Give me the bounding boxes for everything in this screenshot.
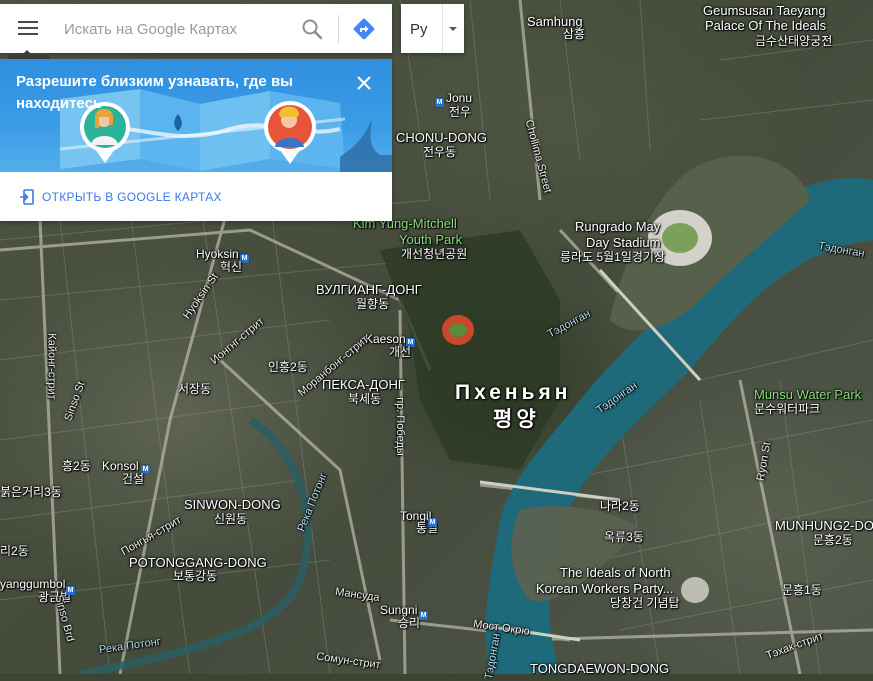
open-in-app-icon [20, 189, 34, 205]
map-label-vulgiang-ko: 월향동 [356, 297, 390, 311]
map-label-samhung-ko: 삼흥 [563, 27, 586, 41]
map-label-munsu-park[interactable]: Munsu Water Park [754, 388, 861, 401]
map-label-nayu-ko: 나라2동 [600, 499, 640, 513]
map-label-vulgiang-dong: ВУЛГИАНГ-ДОНГ [316, 282, 422, 297]
hamburger-icon [18, 21, 38, 23]
location-sharing-promo: Разрешите близким узнавать, где вы наход… [0, 59, 392, 221]
map-label-konsol-ko: 건설 [122, 472, 145, 486]
map-label-chonu-ko: 전우동 [423, 145, 457, 159]
map-label-tongdaewon-dong: TONGDAEWON-DONG [530, 661, 670, 676]
map-label-city-name[interactable]: Пхеньян [455, 381, 571, 405]
map-label-rungrado-1[interactable]: Rungrado May [575, 220, 660, 233]
metro-station-icon[interactable]: M [419, 611, 428, 620]
map-label-sinwon-dong: SINWON-DONG [184, 497, 281, 512]
map-label-jonu-ko: 전우 [449, 105, 472, 119]
search-input[interactable] [64, 18, 289, 40]
map-label-munhung-dong: MUNHUNG2-DONG [775, 518, 873, 533]
map-label-munsu-ko: 문수워터파크 [754, 402, 821, 416]
map-label-ideals-2[interactable]: Korean Workers Party... [536, 582, 674, 595]
metro-station-icon[interactable]: M [428, 518, 437, 527]
language-select[interactable]: Ру [401, 4, 464, 53]
map-label-seojang-ko: 서장동 [178, 382, 212, 396]
map-label-kaeson-ko: 개선 [389, 345, 412, 359]
map-label-kim-park-ko: 개선청년공원 [401, 247, 468, 261]
map-label-ideals-1[interactable]: The Ideals of North [560, 566, 671, 579]
map-label-pobedy: пр. Победы [393, 397, 406, 456]
hamburger-icon-line [18, 27, 38, 29]
map-label-kaesin-street: Кайонг-стрит [45, 333, 58, 400]
search-divider [338, 15, 339, 43]
map-label-munhung-ko: 문흥2동 [813, 533, 853, 547]
map-label-chonu-dong: CHONU-DONG [396, 130, 487, 145]
search-icon[interactable] [300, 17, 324, 41]
promo-title: Разрешите близким узнавать, где вы наход… [16, 73, 293, 112]
hamburger-icon-line [18, 33, 38, 35]
map-label-jonu[interactable]: Jonu [446, 92, 472, 105]
directions-icon[interactable] [353, 18, 375, 40]
map-label-city-name-ko: 평양 [493, 408, 540, 431]
metro-station-icon[interactable]: M [435, 98, 444, 107]
language-selected: Ру [410, 21, 428, 38]
map-label-hyoksin-ko: 혁신 [220, 260, 243, 274]
map-label-potonggang-ko: 보통강동 [173, 569, 218, 583]
map-label-geumsusan-ko: 금수산태양궁전 [755, 34, 833, 48]
map-label-geumsusan-1[interactable]: Geumsusan Taeyang [703, 4, 826, 17]
map-label-heung-ko: 흥2동 [62, 459, 91, 473]
map-label-ri2-ko: 리2동 [0, 544, 29, 558]
close-icon[interactable] [354, 73, 374, 93]
chevron-down-icon[interactable] [449, 27, 457, 31]
map-label-sungni-ko: 승리 [398, 616, 421, 630]
language-divider [442, 4, 443, 53]
map-label-sinwon-ko: 신원동 [214, 512, 248, 526]
map-label-geo-ko: 붉은거리3동 [0, 485, 62, 499]
menu-button[interactable] [18, 21, 38, 37]
map-label-pekse-dong: ПЕКСА-ДОНГ [322, 377, 405, 392]
map-label-pekse-ko: 북세동 [348, 392, 382, 406]
promo-banner: Разрешите близким узнавать, где вы наход… [0, 59, 392, 172]
map-label-kim-park-2[interactable]: Youth Park [399, 233, 462, 246]
map-label-injong-ko: 인흥2동 [268, 360, 308, 374]
map-label-munhung1-ko: 문흥1동 [782, 583, 822, 597]
metro-station-icon[interactable]: M [66, 586, 75, 595]
map-label-geumsusan-2[interactable]: Palace Of The Ideals [705, 19, 826, 32]
open-in-google-maps-link[interactable]: ОТКРЫТЬ В GOOGLE КАРТАХ [20, 187, 222, 207]
map-label-rungrado-2[interactable]: Day Stadium [586, 236, 660, 249]
open-in-google-maps-label: ОТКРЫТЬ В GOOGLE КАРТАХ [42, 190, 222, 204]
search-box [0, 4, 392, 53]
map-label-potonggang-dong: POTONGGANG-DONG [129, 555, 267, 570]
map-label-okryu-ko: 옥류3동 [604, 530, 644, 544]
map-label-rungrado-ko: 릉라도 5월1일경기장 [560, 250, 666, 264]
map-label-ideals-ko: 당창건 기념탑 [610, 596, 680, 610]
